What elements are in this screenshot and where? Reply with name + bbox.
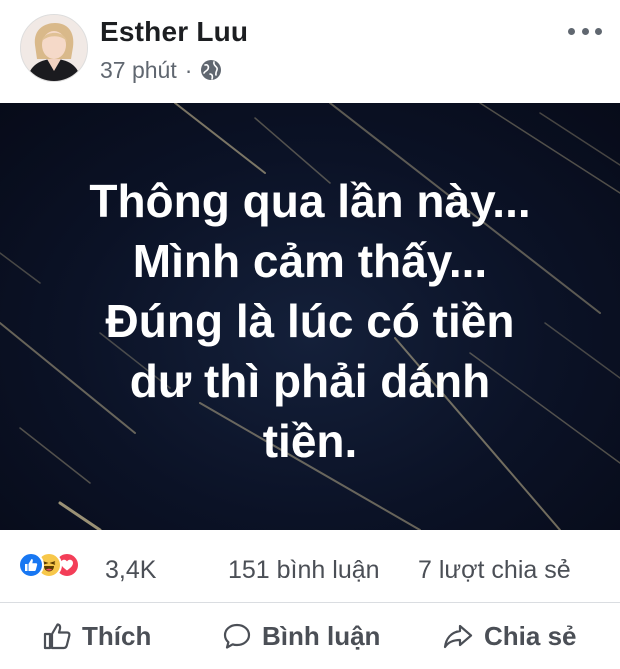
like-label: Thích	[82, 620, 152, 651]
thumbs-up-icon	[43, 623, 71, 650]
post-header: Esther Luu 37 phút ·	[0, 0, 620, 103]
image-text-line: tiền.	[262, 415, 358, 467]
shares-count[interactable]: 7 lượt chia sẻ	[418, 556, 571, 585]
share-icon	[443, 624, 473, 649]
like-reaction-icon	[18, 552, 44, 578]
share-button[interactable]: Chia sẻ	[442, 617, 577, 655]
post-meta: 37 phút ·	[100, 56, 222, 84]
reaction-count[interactable]: 3,4K	[105, 556, 156, 585]
author-name[interactable]: Esther Luu	[100, 16, 248, 48]
share-label: Chia sẻ	[484, 620, 577, 651]
comment-icon	[223, 623, 251, 649]
comment-label: Bình luận	[262, 620, 381, 651]
author-avatar[interactable]	[20, 14, 88, 82]
comment-button[interactable]: Bình luận	[222, 617, 380, 655]
image-text-line: Đúng là lúc có tiền	[105, 295, 515, 347]
meta-separator: ·	[184, 56, 193, 83]
image-text-line: dư thì phải dánh	[129, 355, 491, 407]
image-text-line: Mình cảm thấy...	[132, 235, 488, 287]
action-bar: Thích Bình luận Chia sẻ	[0, 603, 620, 669]
like-button[interactable]: Thích	[42, 617, 151, 655]
image-text-line: Thông qua lần này...	[89, 175, 531, 227]
reaction-icons[interactable]	[18, 552, 80, 578]
globe-icon[interactable]	[200, 59, 222, 81]
post-image-text: Thông qua lần này... Mình cảm thấy... Đú…	[0, 171, 620, 471]
reactions-bar: 3,4K 151 bình luận 7 lượt chia sẻ	[0, 530, 620, 603]
comments-count[interactable]: 151 bình luận	[228, 556, 380, 585]
avatar-image	[21, 15, 87, 81]
facebook-post: Esther Luu 37 phút · Thông qua lần này..…	[0, 0, 620, 669]
post-time[interactable]: 37 phút	[100, 57, 177, 84]
post-image[interactable]: Thông qua lần này... Mình cảm thấy... Đú…	[0, 103, 620, 530]
more-options-icon[interactable]	[568, 24, 602, 38]
